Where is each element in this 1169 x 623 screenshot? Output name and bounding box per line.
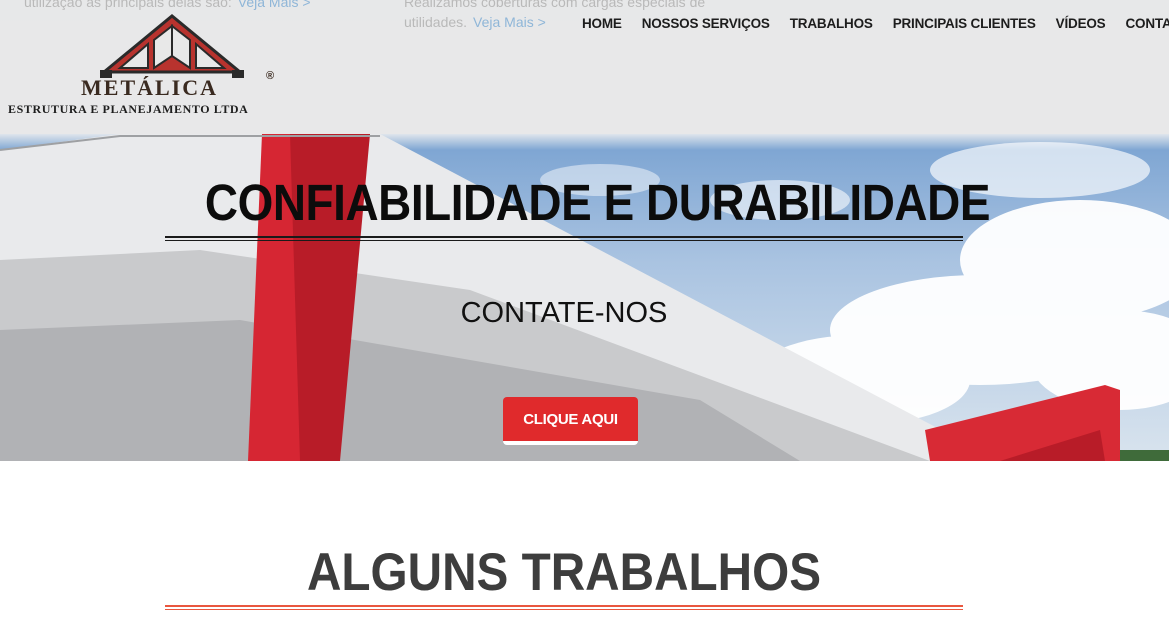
ghost-read-more-link-left[interactable]: Veja Mais > [238, 0, 311, 10]
nav-item-trabalhos[interactable]: TRABALHOS [780, 16, 883, 34]
section-title-underline [165, 605, 963, 607]
hero-title: CONFIABILIDADE E DURABILIDADE [204, 174, 991, 231]
ghost-read-more-link-right[interactable]: Veja Mais > [473, 14, 546, 30]
main-nav: HOME NOSSOS SERVIÇOS TRABALHOS PRINCIPAI… [572, 16, 1169, 34]
logo-registered-mark: ® [266, 70, 275, 82]
ghost-preview-right-line2: utilidades. [404, 14, 468, 30]
section-title-underline-thin [165, 609, 963, 610]
hero-subtitle: CONTATE-NOS [460, 297, 668, 329]
nav-item-servicos[interactable]: NOSSOS SERVIÇOS [632, 16, 780, 34]
ghost-preview-left: utilização as principais delas são: Veja … [24, 0, 311, 12]
nav-item-clientes[interactable]: PRINCIPAIS CLIENTES [883, 16, 1046, 34]
cta-button[interactable]: CLIQUE AQUI [503, 397, 638, 445]
nav-item-contato[interactable]: CONTATO [1116, 16, 1169, 34]
section-title-trabalhos: ALGUNS TRABALHOS [306, 543, 822, 602]
logo-wordmark: METÁLICA [81, 75, 219, 100]
logo-subtitle: ESTRUTURA E PLANEJAMENTO LTDA [8, 102, 249, 116]
site-header: utilização as principais delas são: Veja … [0, 0, 1169, 134]
ghost-preview-left-text: utilização as principais delas são: [24, 0, 232, 10]
nav-item-videos[interactable]: VÍDEOS [1046, 16, 1116, 34]
ghost-preview-right-line1: Realizamos coberturas com cargas especia… [404, 0, 706, 10]
hero-title-underline-thin [165, 240, 963, 241]
nav-item-home[interactable]: HOME [572, 16, 632, 34]
site-logo[interactable]: METÁLICA ® ESTRUTURA E PLANEJAMENTO LTDA [8, 12, 353, 122]
hero-title-underline [165, 236, 963, 238]
